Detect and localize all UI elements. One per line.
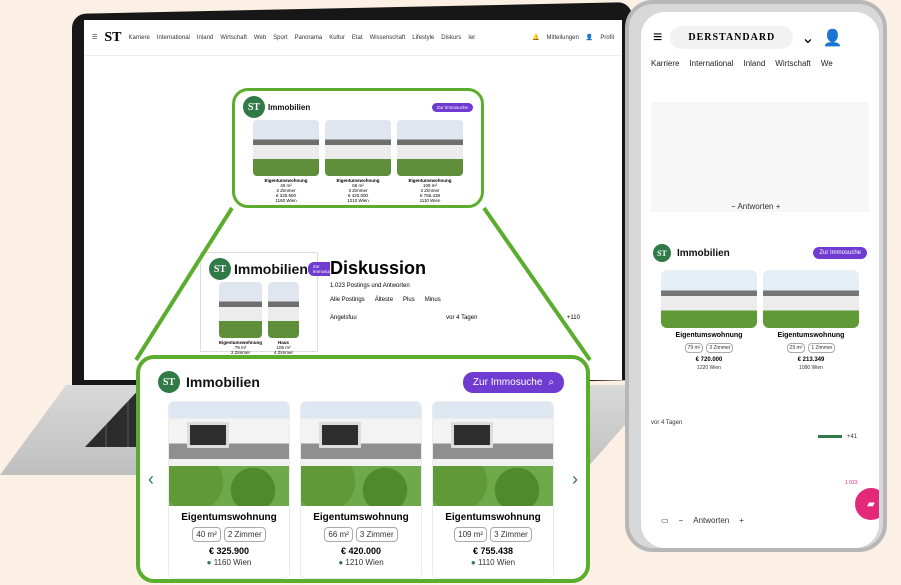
brand-title: Immobilien xyxy=(186,374,260,390)
tab-wirtschaft[interactable]: Wirtschaft xyxy=(775,59,811,68)
listing-price: € 325.900 xyxy=(208,546,250,556)
minus-icon[interactable]: − xyxy=(731,202,736,211)
listing-photo xyxy=(661,270,757,328)
listing-photo xyxy=(169,402,289,506)
plus-icon[interactable]: + xyxy=(739,516,744,525)
listing-location: ● 1110 Wien xyxy=(433,558,553,567)
st-logo-icon: ST xyxy=(653,244,671,262)
comment-row: vor 4 Tagen +41 xyxy=(651,420,869,460)
listing-chips: 66 m² 3 Zimmer xyxy=(301,527,421,542)
chevron-down-icon[interactable]: ⌄ xyxy=(801,28,814,48)
tab-international[interactable]: International xyxy=(689,59,733,68)
listing-photo xyxy=(763,270,859,328)
pin-icon: ● xyxy=(470,558,476,567)
menu-icon[interactable]: ≡ xyxy=(653,29,662,47)
card-row: Eigentumswohnung 79 m² 3 Zimmer € 720.00… xyxy=(651,262,869,379)
listing-chips: 109 m² 3 Zimmer xyxy=(433,527,553,542)
comment-time: vor 4 Tagen xyxy=(651,420,683,426)
listing-title: Eigentumswohnung xyxy=(313,512,409,523)
chat-fab[interactable]: 1 023 ▰ xyxy=(845,480,879,520)
listing-area-chip: 79 m² xyxy=(684,343,704,353)
listing-rooms-chip: 3 Zimmer xyxy=(706,343,734,353)
score-bar xyxy=(818,434,843,438)
pin-icon: ● xyxy=(338,558,344,567)
listing-title: Eigentumswohnung xyxy=(181,512,277,523)
listing-title: Eigentumswohnung xyxy=(445,512,541,523)
immosuche-button[interactable]: Zur Immosuche ⌕ xyxy=(462,371,564,393)
listing-rooms-chip: 3 Zimmer xyxy=(490,527,532,542)
chevron-left-icon[interactable]: ‹ xyxy=(148,469,154,490)
listing-rooms-chip: 3 Zimmer xyxy=(355,527,398,542)
immosuche-button[interactable]: Zur Immosuche xyxy=(813,247,867,259)
search-icon: ⌕ xyxy=(548,376,554,388)
site-logo[interactable]: DERSTANDARD xyxy=(670,26,794,49)
answer-label[interactable]: Antworten xyxy=(693,516,729,525)
listing-title: Eigentumswohnung xyxy=(777,332,845,339)
listing-price: € 420.000 xyxy=(340,546,382,556)
chevron-right-icon[interactable]: › xyxy=(572,469,578,490)
listing-area-chip: 109 m² xyxy=(454,527,488,542)
immosuche-label: Zur Immosuche xyxy=(472,376,543,388)
listing-card[interactable]: Eigentumswohnung 66 m² 3 Zimmer € 420.00… xyxy=(300,401,422,579)
tab-inland[interactable]: Inland xyxy=(743,59,765,68)
listing-photo xyxy=(433,402,553,506)
listing-chips: 29 m² 1 Zimmer xyxy=(763,343,859,353)
plus-icon[interactable]: + xyxy=(776,202,781,211)
listing-chips: 40 m² 2 Zimmer xyxy=(169,527,289,542)
phone-tabs: Karriere International Inland Wirtschaft… xyxy=(641,55,879,72)
listing-location-text: 1210 Wien xyxy=(345,558,384,567)
listing-location: 1220 Wien xyxy=(697,365,721,371)
listing-card[interactable]: Eigentumswohnung 29 m² 1 Zimmer € 213.34… xyxy=(763,270,859,371)
listing-card[interactable]: Eigentumswohnung 109 m² 3 Zimmer € 755.4… xyxy=(432,401,554,579)
listing-location: ● 1210 Wien xyxy=(301,558,421,567)
listing-price: € 720.000 xyxy=(695,357,723,363)
pin-icon: ● xyxy=(206,558,212,567)
listing-price: € 755.438 xyxy=(472,546,514,556)
comment-score: +41 xyxy=(818,434,857,440)
listing-rooms-chip: 1 Zimmer xyxy=(808,343,836,353)
listing-card[interactable]: Eigentumswohnung 40 m² 2 Zimmer € 325.90… xyxy=(168,401,290,579)
minus-icon[interactable]: − xyxy=(679,516,684,525)
listing-area-chip: 66 m² xyxy=(324,527,353,542)
listing-location: 1090 Wien xyxy=(799,365,823,371)
listing-location-text: 1160 Wien xyxy=(213,558,252,567)
phone-screen: ≡ DERSTANDARD ⌄ 👤 Karriere International… xyxy=(641,12,879,548)
widget-header: ST Immobilien Zur Immosuche xyxy=(651,244,869,262)
answer-bar-bottom: ▭ − Antworten + xyxy=(661,512,859,528)
brand-title: Immobilien xyxy=(677,247,730,259)
tab-karriere[interactable]: Karriere xyxy=(651,59,679,68)
immobilien-widget-zoomed: ST Immobilien Zur Immosuche ⌕ Eigentumsw… xyxy=(136,355,590,583)
listing-area-chip: 40 m² xyxy=(192,527,221,542)
marketing-scene: ☰ ST Karriere International Inland Wirts… xyxy=(0,0,901,585)
listing-area-chip: 29 m² xyxy=(786,343,806,353)
brand: ST Immobilien xyxy=(653,244,730,262)
listing-chips: 79 m² 3 Zimmer xyxy=(661,343,757,353)
listing-photo xyxy=(301,402,421,506)
answer-label[interactable]: Antworten xyxy=(737,202,773,211)
listing-rooms-chip: 2 Zimmer xyxy=(223,527,266,542)
chat-icon: ▰ xyxy=(867,498,875,510)
card-row: Eigentumswohnung 40 m² 2 Zimmer € 325.90… xyxy=(140,399,586,579)
listing-location: ● 1160 Wien xyxy=(169,558,289,567)
comment-score-value: +41 xyxy=(846,434,857,440)
widget-header: ST Immobilien Zur Immosuche ⌕ xyxy=(140,359,586,399)
profile-icon[interactable]: 👤 xyxy=(823,28,843,48)
comment-icon[interactable]: ▭ xyxy=(661,516,669,525)
listing-card[interactable]: Eigentumswohnung 79 m² 3 Zimmer € 720.00… xyxy=(661,270,757,371)
answer-bar-top: − Antworten + xyxy=(731,202,780,211)
phone-content-area xyxy=(651,102,869,212)
brand: ST Immobilien xyxy=(158,371,260,393)
tab-we[interactable]: We xyxy=(821,59,833,68)
phone-header: ≡ DERSTANDARD ⌄ 👤 xyxy=(641,12,879,55)
listing-price: € 213.349 xyxy=(797,357,825,363)
phone: ≡ DERSTANDARD ⌄ 👤 Karriere International… xyxy=(625,0,887,552)
st-logo-icon: ST xyxy=(158,371,180,393)
immobilien-widget-phone: ST Immobilien Zur Immosuche Eigentumswoh… xyxy=(651,244,869,414)
listing-title: Eigentumswohnung xyxy=(675,332,743,339)
fab-badge: 1 023 xyxy=(845,480,858,486)
listing-location-text: 1110 Wien xyxy=(478,558,516,567)
